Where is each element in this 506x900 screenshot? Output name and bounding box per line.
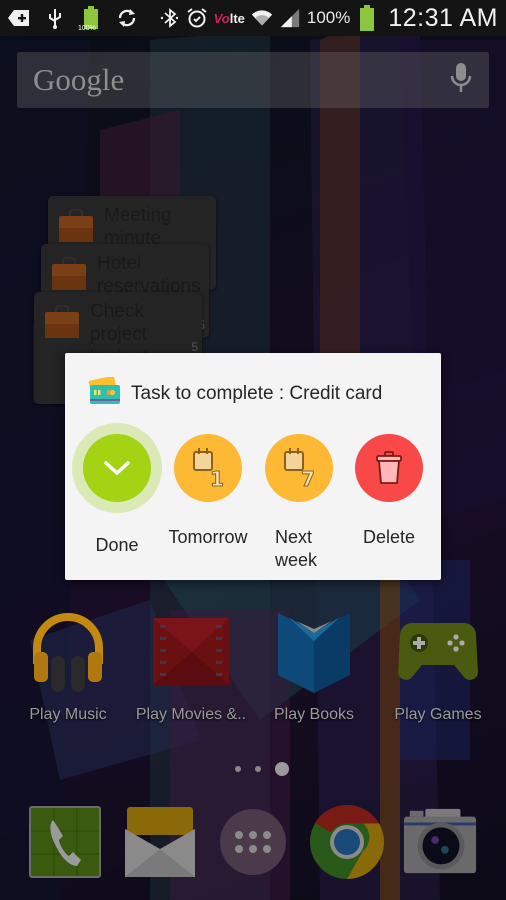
next-week-label-line2: week bbox=[275, 550, 318, 570]
app-play-movies[interactable]: Play Movies &.. bbox=[131, 612, 251, 724]
trash-icon bbox=[355, 434, 423, 502]
play-music-icon bbox=[28, 612, 108, 692]
check-icon bbox=[83, 434, 151, 502]
delete-label: Delete bbox=[362, 527, 416, 547]
dock-chrome[interactable] bbox=[309, 804, 385, 880]
tomorrow-badge: 1 bbox=[210, 467, 224, 490]
calendar-plus-7-icon: 7 bbox=[265, 434, 333, 502]
sync-icon bbox=[116, 7, 138, 29]
play-books-icon bbox=[274, 612, 354, 693]
signal-icon bbox=[279, 7, 301, 29]
app-label: Play Movies &.. bbox=[135, 706, 247, 723]
app-play-music[interactable]: Play Music bbox=[8, 612, 128, 724]
briefcase-icon bbox=[58, 208, 94, 247]
phone-icon bbox=[29, 806, 101, 878]
volte-icon: Volte bbox=[213, 10, 245, 26]
usb-icon bbox=[44, 7, 66, 29]
add-notification-icon bbox=[8, 7, 30, 29]
task-action-dialog: Task to complete : Credit card Done 1 To… bbox=[65, 353, 441, 580]
app-drawer-icon bbox=[220, 809, 286, 875]
app-label: Play Books bbox=[273, 706, 355, 723]
page-dot-current[interactable] bbox=[275, 762, 289, 776]
credit-card-icon bbox=[87, 375, 121, 410]
google-search-bar[interactable]: Google bbox=[17, 52, 489, 108]
page-indicator bbox=[0, 762, 506, 776]
status-bar: 100% Volte 100% 12:31 AM bbox=[0, 0, 506, 36]
microphone-icon[interactable] bbox=[449, 61, 473, 100]
email-icon bbox=[125, 807, 195, 877]
dock-phone[interactable] bbox=[27, 804, 103, 880]
briefcase-icon bbox=[51, 256, 87, 295]
briefcase-icon bbox=[44, 304, 80, 343]
next-week-label: Next week bbox=[254, 526, 344, 572]
dock-app-drawer[interactable] bbox=[215, 804, 291, 880]
app-label: Play Music bbox=[29, 706, 107, 723]
dock-camera[interactable] bbox=[402, 804, 478, 880]
app-label: Play Games bbox=[394, 706, 482, 723]
calendar-plus-1-icon: 1 bbox=[174, 434, 242, 502]
next-week-button[interactable]: 7 Next week bbox=[254, 427, 344, 572]
delete-button[interactable]: Delete bbox=[344, 427, 434, 549]
play-games-icon bbox=[398, 612, 478, 692]
wifi-icon bbox=[251, 7, 273, 29]
page-dot[interactable] bbox=[235, 766, 241, 772]
app-play-books[interactable]: Play Books bbox=[254, 612, 374, 724]
dialog-title: Task to complete : Credit card bbox=[131, 382, 383, 404]
page-dot[interactable] bbox=[255, 766, 261, 772]
dock-email[interactable] bbox=[122, 804, 198, 880]
next-week-badge: 7 bbox=[301, 467, 315, 490]
done-button[interactable]: Done bbox=[72, 423, 162, 557]
app-play-games[interactable]: Play Games bbox=[378, 612, 498, 724]
battery-100-icon: 100% bbox=[78, 6, 102, 32]
task-title: Check project budget bbox=[90, 301, 148, 360]
next-week-label-line1: Next bbox=[275, 527, 313, 547]
chrome-icon bbox=[310, 804, 384, 879]
tomorrow-label: Tomorrow bbox=[168, 527, 248, 547]
clock: 12:31 AM bbox=[388, 3, 498, 32]
done-label: Done bbox=[95, 535, 139, 555]
alarm-icon bbox=[186, 7, 208, 29]
camera-icon bbox=[403, 808, 477, 874]
battery-small-label: 100% bbox=[78, 25, 96, 32]
task-count: 5 bbox=[191, 340, 198, 354]
tomorrow-button[interactable]: 1 Tomorrow bbox=[163, 427, 253, 549]
play-movies-icon bbox=[151, 612, 231, 692]
battery-percent: 100% bbox=[306, 8, 351, 27]
google-logo: Google bbox=[33, 62, 125, 97]
bluetooth-icon bbox=[158, 7, 180, 29]
battery-icon bbox=[356, 5, 378, 31]
done-highlight bbox=[72, 423, 162, 513]
